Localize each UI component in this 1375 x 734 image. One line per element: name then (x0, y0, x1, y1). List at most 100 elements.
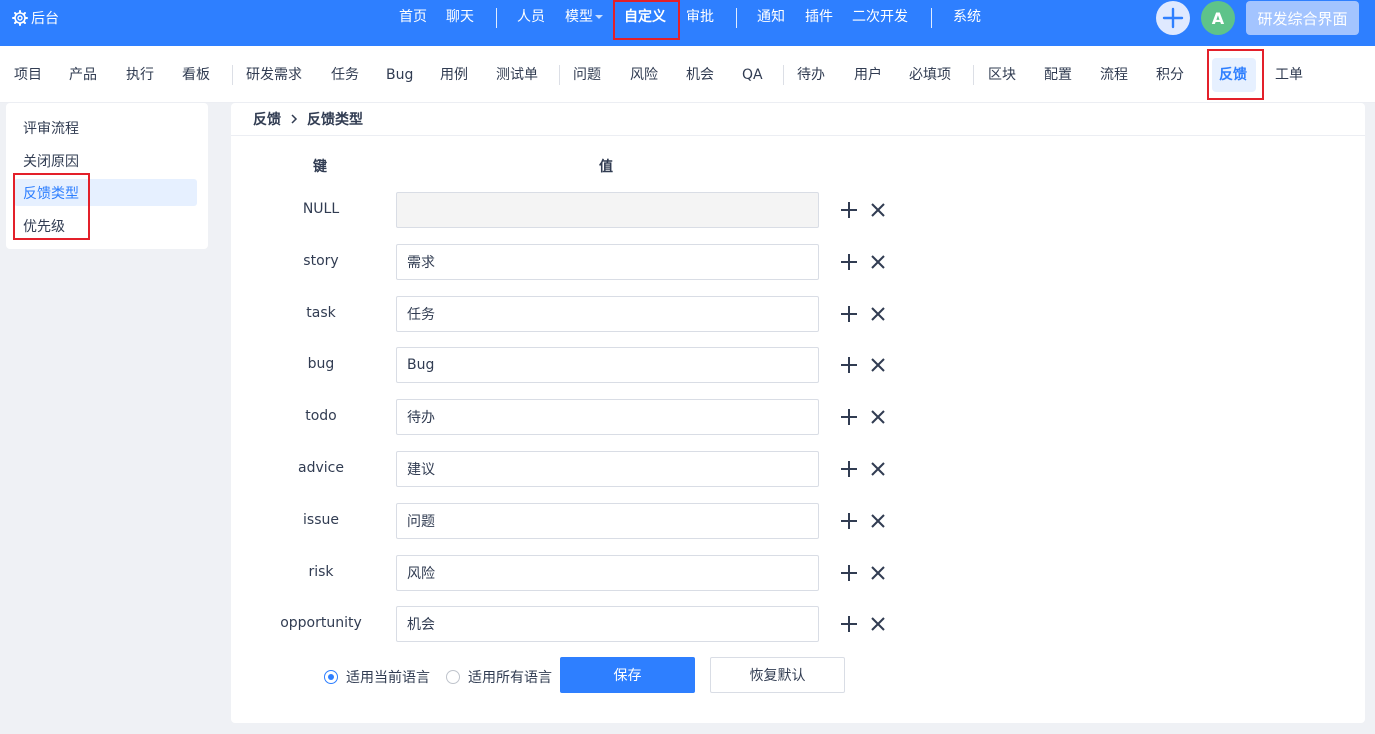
row-value-input[interactable] (396, 244, 819, 280)
add-row-icon[interactable] (839, 252, 859, 272)
row-value-input[interactable] (396, 399, 819, 435)
radio-current-language[interactable]: 适用当前语言 (324, 667, 430, 687)
remove-row-icon[interactable] (868, 304, 888, 324)
restore-default-button[interactable]: 恢复默认 (710, 657, 845, 693)
tab-qa[interactable]: QA (742, 66, 763, 84)
plus-icon (1162, 7, 1184, 29)
nav-notify[interactable]: 通知 (757, 8, 785, 26)
table-row: advice (231, 451, 931, 487)
add-row-icon[interactable] (839, 614, 859, 634)
tab-config[interactable]: 配置 (1044, 66, 1072, 84)
remove-row-icon[interactable] (868, 614, 888, 634)
add-row-icon[interactable] (839, 304, 859, 324)
tab-opportunity[interactable]: 机会 (686, 66, 714, 84)
tab-project[interactable]: 项目 (14, 66, 42, 84)
top-navbar: 后台 首页 聊天 人员 模型 自定义 审批 通知 插件 二次开发 系统 A 研发… (0, 0, 1375, 46)
radio-current-language-label: 适用当前语言 (346, 670, 430, 686)
row-key: issue (303, 512, 339, 528)
nav-divider (496, 8, 497, 28)
form-footer: 适用当前语言 适用所有语言 保存 恢复默认 (231, 657, 931, 693)
remove-row-icon[interactable] (868, 407, 888, 427)
row-value-input[interactable] (396, 296, 819, 332)
nav-chat[interactable]: 聊天 (446, 8, 474, 26)
tab-task[interactable]: 任务 (331, 66, 359, 84)
row-value-input[interactable] (396, 555, 819, 591)
side-item-review-flow[interactable]: 评审流程 (23, 118, 79, 138)
nav-people[interactable]: 人员 (517, 8, 545, 26)
table-row: issue (231, 503, 931, 539)
table-row: risk (231, 555, 931, 591)
add-row-icon[interactable] (839, 563, 859, 583)
remove-row-icon[interactable] (868, 200, 888, 220)
row-key: bug (307, 356, 335, 372)
tab-product[interactable]: 产品 (69, 66, 97, 84)
nav-home[interactable]: 首页 (399, 8, 427, 26)
table-row: task (231, 296, 931, 332)
row-key: story (303, 253, 339, 269)
tab-ticket[interactable]: 工单 (1275, 66, 1303, 84)
avatar[interactable]: A (1201, 1, 1235, 35)
nav-system[interactable]: 系统 (953, 8, 981, 26)
table-row: bug (231, 347, 931, 383)
row-key: opportunity (280, 615, 362, 631)
breadcrumb-current: 反馈类型 (307, 112, 363, 128)
side-item-close-reason[interactable]: 关闭原因 (23, 151, 79, 171)
nav-model-label: 模型 (565, 9, 593, 25)
remove-row-icon[interactable] (868, 511, 888, 531)
nav-approval[interactable]: 审批 (686, 8, 714, 26)
tab-flow[interactable]: 流程 (1100, 66, 1128, 84)
create-button[interactable] (1156, 1, 1190, 35)
row-value-input[interactable] (396, 451, 819, 487)
custom-module-nav: 项目 产品 执行 看板 研发需求 任务 Bug 用例 测试单 问题 风险 机会 … (0, 46, 1375, 103)
nav-divider (931, 8, 932, 28)
tab-block[interactable]: 区块 (988, 66, 1016, 84)
radio-all-languages-label: 适用所有语言 (468, 670, 552, 686)
nav-model[interactable]: 模型 (565, 8, 603, 26)
row-value-input[interactable] (396, 606, 819, 642)
add-row-icon[interactable] (839, 200, 859, 220)
table-row: NULL (231, 192, 931, 228)
chevron-right-icon (291, 114, 298, 124)
tab-todo[interactable]: 待办 (797, 66, 825, 84)
highlight-box-custom (613, 0, 680, 40)
tab-risk[interactable]: 风险 (630, 66, 658, 84)
tab-execution[interactable]: 执行 (126, 66, 154, 84)
table-row: story (231, 244, 931, 280)
divider (231, 135, 1365, 136)
main-panel: 反馈 反馈类型 键 值 NULL story task bug todo advice is… (231, 103, 1365, 723)
radio-all-languages[interactable]: 适用所有语言 (446, 667, 552, 687)
remove-row-icon[interactable] (868, 252, 888, 272)
workspace-switcher[interactable]: 研发综合界面 (1246, 1, 1359, 35)
nav-plugins[interactable]: 插件 (805, 8, 833, 26)
row-key: advice (298, 460, 344, 476)
tab-testtask[interactable]: 测试单 (496, 66, 538, 84)
remove-row-icon[interactable] (868, 563, 888, 583)
row-value-input[interactable] (396, 192, 819, 228)
highlight-box-feedback (1207, 49, 1264, 100)
tab-rd-requirement[interactable]: 研发需求 (246, 66, 302, 84)
nav-secondary-dev[interactable]: 二次开发 (852, 8, 908, 26)
row-value-input[interactable] (396, 503, 819, 539)
add-row-icon[interactable] (839, 407, 859, 427)
remove-row-icon[interactable] (868, 459, 888, 479)
tab-bug[interactable]: Bug (386, 66, 413, 84)
tab-divider (783, 65, 784, 85)
row-key: NULL (302, 201, 340, 217)
add-row-icon[interactable] (839, 355, 859, 375)
value-column-header: 值 (599, 159, 613, 175)
tab-user[interactable]: 用户 (854, 66, 882, 84)
tab-required-fields[interactable]: 必填项 (909, 66, 951, 84)
breadcrumb-parent[interactable]: 反馈 (253, 109, 281, 129)
chevron-down-icon (595, 15, 603, 19)
save-button[interactable]: 保存 (560, 657, 695, 693)
tab-issue[interactable]: 问题 (573, 66, 601, 84)
remove-row-icon[interactable] (868, 355, 888, 375)
tab-score[interactable]: 积分 (1156, 66, 1184, 84)
tab-divider (232, 65, 233, 85)
tab-testcase[interactable]: 用例 (440, 66, 468, 84)
tab-kanban[interactable]: 看板 (182, 66, 210, 84)
row-value-input[interactable] (396, 347, 819, 383)
tab-divider (559, 65, 560, 85)
add-row-icon[interactable] (839, 459, 859, 479)
add-row-icon[interactable] (839, 511, 859, 531)
